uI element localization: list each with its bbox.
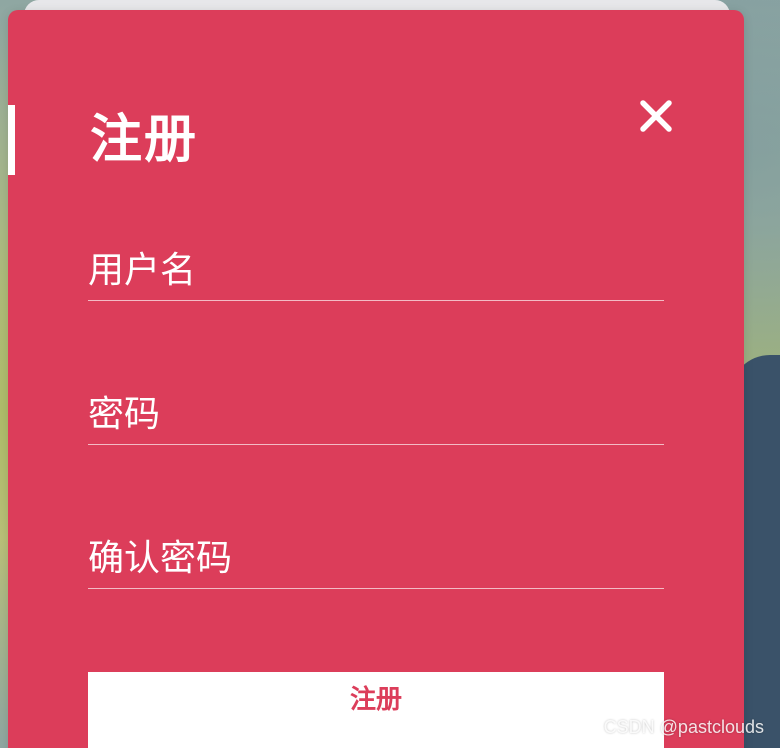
password-input[interactable] — [88, 384, 664, 444]
close-button[interactable] — [636, 96, 676, 136]
active-indicator — [8, 105, 15, 175]
confirm-password-input[interactable] — [88, 528, 664, 588]
register-button[interactable]: 注册 — [88, 672, 664, 748]
form-title: 注册 — [90, 110, 199, 170]
password-field — [88, 384, 664, 445]
watermark: CSDN @pastclouds — [603, 717, 764, 737]
username-field — [88, 240, 664, 301]
username-input[interactable] — [88, 240, 664, 300]
register-panel: 注册 注册 — [8, 10, 744, 748]
confirm-password-field — [88, 528, 664, 589]
close-icon — [640, 100, 672, 132]
